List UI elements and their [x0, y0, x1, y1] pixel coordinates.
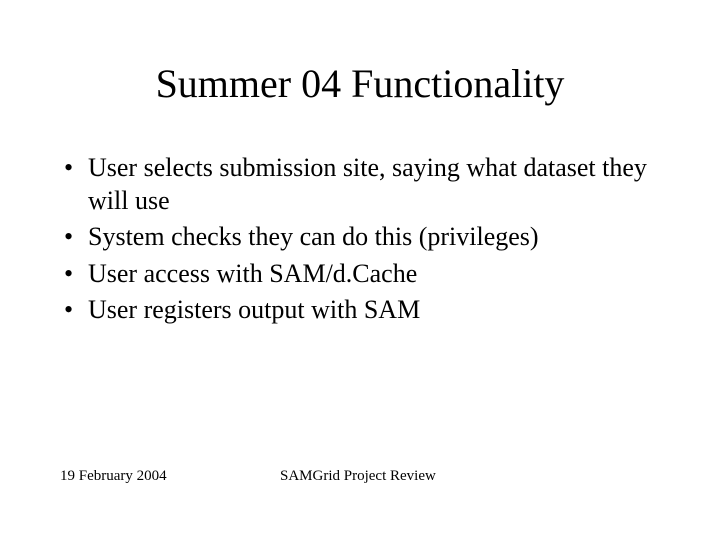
- bullet-item: User registers output with SAM: [60, 294, 660, 327]
- slide-title: Summer 04 Functionality: [60, 60, 660, 107]
- footer-date: 19 February 2004: [60, 468, 260, 485]
- bullet-item: System checks they can do this (privileg…: [60, 221, 660, 254]
- bullet-item: User selects submission site, saying wha…: [60, 152, 660, 217]
- slide: Summer 04 Functionality User selects sub…: [0, 0, 720, 540]
- slide-content: User selects submission site, saying wha…: [60, 152, 660, 468]
- slide-footer: 19 February 2004 SAMGrid Project Review: [60, 468, 660, 500]
- bullet-item: User access with SAM/d.Cache: [60, 258, 660, 291]
- bullet-list: User selects submission site, saying wha…: [60, 152, 660, 327]
- footer-title: SAMGrid Project Review: [260, 468, 660, 485]
